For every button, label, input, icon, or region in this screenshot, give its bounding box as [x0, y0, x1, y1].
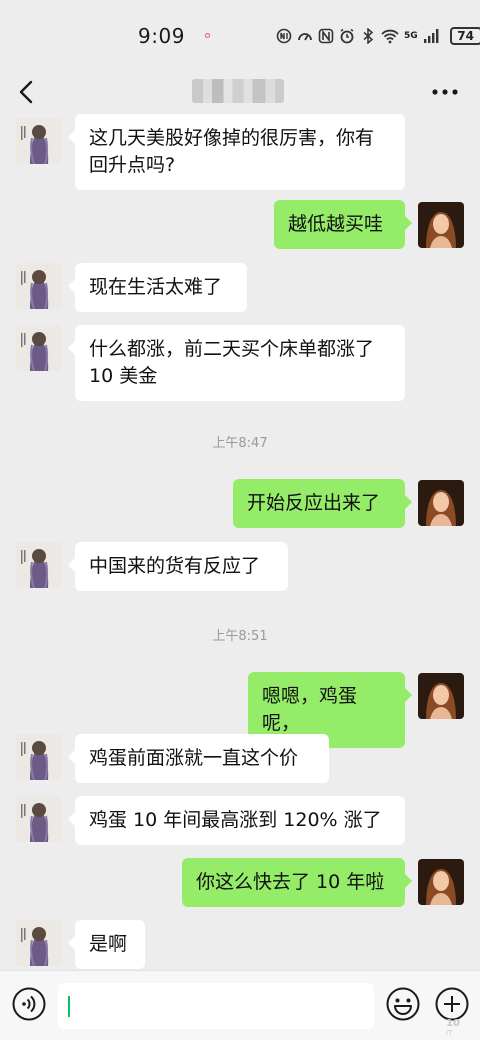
more-dots-icon[interactable] — [430, 82, 460, 102]
contact-avatar[interactable] — [16, 263, 62, 309]
wifi-icon — [381, 29, 399, 44]
nfc-n-icon — [318, 28, 334, 44]
network-type-label: 5G — [404, 30, 418, 41]
contact-avatar[interactable] — [16, 118, 62, 164]
my-avatar[interactable] — [418, 480, 464, 526]
chat-title-obscured — [192, 79, 284, 103]
message-bubble-incoming[interactable]: 什么都涨，前二天买个床单都涨了 10 美金 — [68, 325, 405, 401]
message-bubble-incoming[interactable]: 这几天美股好像掉的很厉害，你有 回升点吗? — [68, 114, 405, 190]
message-bubble-outgoing[interactable]: 开始反应出来了 — [233, 479, 412, 528]
alarm-icon — [340, 28, 354, 44]
emoji-icon[interactable] — [386, 987, 420, 1021]
contact-avatar[interactable] — [16, 734, 62, 780]
message-input[interactable] — [58, 983, 374, 1029]
chat-timestamp: 上午8:47 — [212, 436, 268, 451]
message-bubble-incoming[interactable]: 中国来的货有反应了 — [68, 542, 288, 591]
message-bubble-incoming[interactable]: 是啊 — [68, 920, 145, 969]
watermark-logo-icon: 10IT — [446, 1018, 460, 1036]
contact-avatar[interactable] — [16, 542, 62, 588]
status-icons: 5G 74 — [276, 25, 480, 47]
message-bubble-incoming[interactable]: 鸡蛋 10 年间最高涨到 120% 涨了 — [68, 796, 405, 845]
nav-bar — [0, 70, 480, 114]
svg-text:10: 10 — [446, 1018, 460, 1029]
contact-avatar[interactable] — [16, 325, 62, 371]
notification-dot-icon — [205, 33, 210, 38]
message-bubble-outgoing[interactable]: 越低越买哇 — [274, 200, 412, 249]
status-bar: 9:09 5G 74 — [0, 0, 480, 70]
message-bubble-incoming[interactable]: 现在生活太难了 — [68, 263, 247, 312]
bluetooth-icon — [363, 28, 374, 44]
contact-avatar[interactable] — [16, 796, 62, 842]
message-bubble-outgoing[interactable]: 你这么快去了 10 年啦 — [182, 858, 412, 907]
battery-icon: 74 — [449, 27, 480, 45]
voice-icon[interactable] — [12, 987, 46, 1021]
svg-text:IT: IT — [446, 1029, 453, 1036]
battery-level: 74 — [449, 27, 480, 45]
status-time: 9:09 — [138, 24, 185, 48]
input-bar — [0, 970, 480, 1040]
message-bubble-incoming[interactable]: 鸡蛋前面涨就一直这个价 — [68, 734, 329, 783]
hd-call-icon — [298, 33, 312, 41]
signal-icon — [423, 29, 439, 43]
my-avatar[interactable] — [418, 673, 464, 719]
input-caret — [68, 996, 70, 1017]
chat-timestamp: 上午8:51 — [212, 629, 268, 644]
chevron-left-icon[interactable] — [14, 78, 40, 106]
chat-area[interactable]: 这几天美股好像掉的很厉害，你有 回升点吗? 越低越买哇 现在生活太难了 什么都涨… — [0, 114, 480, 970]
contact-avatar[interactable] — [16, 920, 62, 966]
my-avatar[interactable] — [418, 859, 464, 905]
my-avatar[interactable] — [418, 202, 464, 248]
nfc-icon — [276, 28, 292, 44]
